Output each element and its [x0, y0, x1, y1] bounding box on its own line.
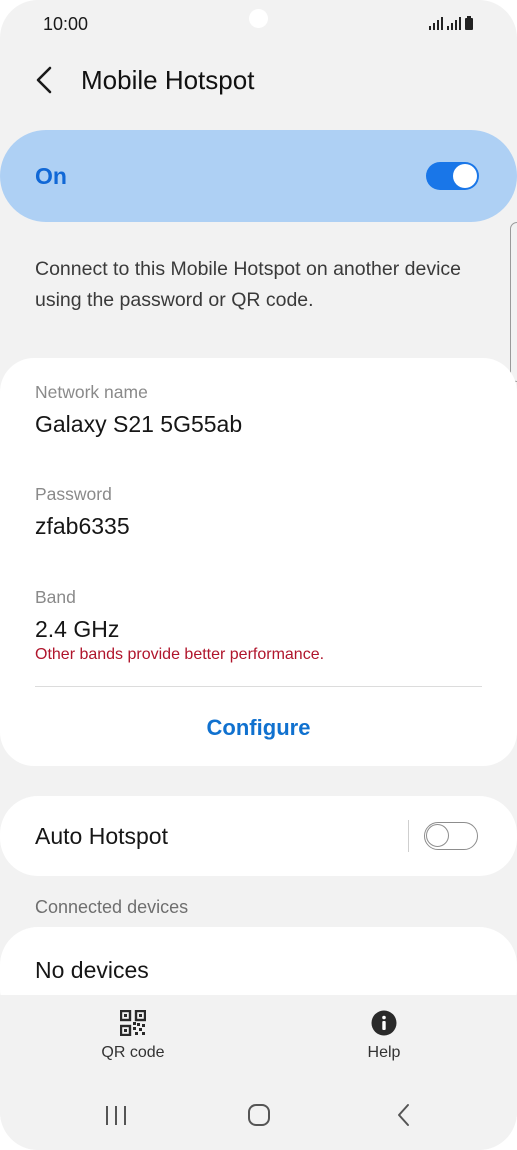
password-label: Password — [35, 484, 112, 504]
auto-hotspot-label: Auto Hotspot — [35, 823, 168, 849]
master-switch-row[interactable]: On — [0, 130, 517, 222]
network-name-value: Galaxy S21 5G55ab — [35, 411, 243, 437]
signal-battery-icon — [429, 16, 473, 30]
scrollbar[interactable] — [510, 222, 517, 382]
front-camera — [249, 9, 268, 28]
qr-code-label: QR code — [101, 1044, 165, 1061]
help-button[interactable]: Help — [324, 1010, 444, 1070]
info-icon — [371, 1010, 397, 1036]
auto-hotspot-row[interactable]: Auto Hotspot — [0, 796, 517, 876]
home-icon[interactable] — [237, 1097, 281, 1133]
connected-devices-header: Connected devices — [35, 897, 189, 917]
qr-code-button[interactable]: QR code — [73, 1010, 193, 1070]
master-switch-label: On — [35, 163, 67, 189]
network-name-label: Network name — [35, 382, 148, 402]
phone-screen: 10:00 Mobile Hotspot On Connect to this … — [0, 0, 517, 1150]
auto-hotspot-toggle[interactable] — [424, 822, 478, 850]
band-label: Band — [35, 587, 76, 607]
toggle-knob — [453, 164, 477, 188]
page-title: Mobile Hotspot — [81, 65, 255, 95]
network-info-card: Network name Galaxy S21 5G55ab Password … — [0, 358, 517, 766]
hotspot-description: Connect to this Mobile Hotspot on anothe… — [35, 258, 462, 311]
back-nav-icon[interactable] — [382, 1097, 426, 1133]
recent-apps-icon[interactable] — [94, 1097, 138, 1133]
configure-button[interactable]: Configure — [0, 708, 517, 748]
row-separator — [408, 820, 409, 852]
toggle-knob — [426, 824, 449, 847]
band-warning: Other bands provide better performance. — [35, 646, 325, 663]
bottom-bar: QR code Help — [0, 995, 517, 1150]
qr-code-icon — [120, 1010, 146, 1036]
app-header: Mobile Hotspot — [0, 55, 517, 105]
no-devices-label: No devices — [35, 957, 149, 983]
band-value: 2.4 GHz — [35, 616, 120, 642]
status-bar: 10:00 — [0, 0, 517, 50]
help-label: Help — [367, 1044, 401, 1061]
card-divider — [35, 686, 482, 687]
master-switch-toggle[interactable] — [426, 162, 479, 190]
back-arrow-icon[interactable] — [30, 63, 62, 97]
status-time: 10:00 — [43, 14, 89, 34]
password-value: zfab6335 — [35, 513, 130, 539]
